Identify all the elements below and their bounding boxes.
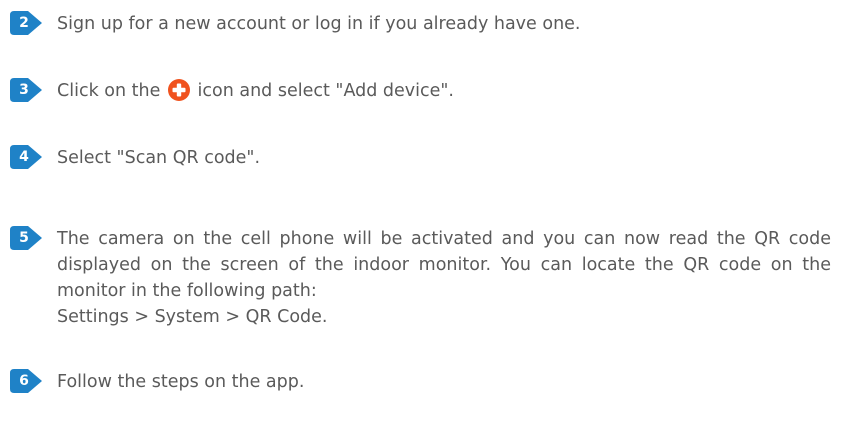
step-text: Sign up for a new account or log in if y…: [57, 14, 581, 34]
instruction-steps: 2 Sign up for a new account or log in if…: [0, 0, 854, 424]
step-badge: 6: [10, 369, 46, 393]
step-number: 5: [19, 230, 29, 246]
step-text-before-icon: Click on the: [57, 81, 161, 101]
step-text-after-icon: icon and select "Add device".: [197, 81, 454, 101]
step-text: The camera on the cell phone will be act…: [57, 226, 831, 330]
step-badge: 3: [10, 78, 46, 102]
step-number: 3: [19, 82, 29, 98]
step-text: Click on the icon and select "Add device…: [57, 78, 831, 104]
step-number: 6: [19, 373, 29, 389]
step-badge: 4: [10, 145, 46, 169]
step-number: 2: [19, 15, 29, 31]
step-number: 4: [19, 149, 29, 165]
step-text: Follow the steps on the app.: [57, 372, 305, 392]
step-badge: 5: [10, 226, 46, 250]
plus-circle-icon: [167, 79, 190, 101]
step-badge: 2: [10, 11, 46, 35]
step-paragraph: The camera on the cell phone will be act…: [57, 229, 831, 301]
step-text: Select "Scan QR code".: [57, 148, 261, 168]
settings-path: Settings > System > QR Code.: [57, 307, 328, 327]
